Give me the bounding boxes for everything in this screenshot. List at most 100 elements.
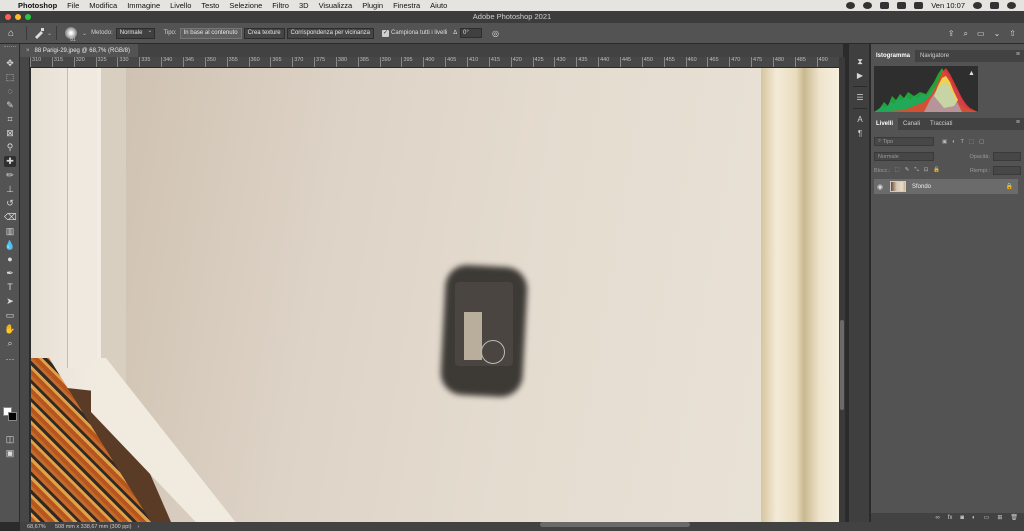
sample-all-layers-checkbox[interactable]: ✓ [382,29,390,37]
color-swatches[interactable] [3,407,17,421]
menu-plugin[interactable]: Plugin [362,1,383,10]
keyboard-icon[interactable] [897,2,907,9]
panel-menu-icon[interactable]: ≡ [1016,119,1020,126]
menu-visualizza[interactable]: Visualizza [319,1,353,10]
new-group-icon[interactable]: ▭ [984,514,990,521]
wifi-icon[interactable] [880,2,890,9]
layer-filter-icons[interactable]: ▣◐T⬚▢ [942,139,989,145]
tab-histogram[interactable]: Istogramma [871,50,916,62]
character-panel-icon[interactable]: A [854,114,866,126]
adjustments-panel-icon[interactable]: ☰ [854,92,866,104]
move-tool-icon[interactable]: ✥ [4,58,16,69]
layer-row-background[interactable]: ◉ Sfondo 🔒 [874,179,1018,194]
vertical-scrollbar-thumb[interactable] [840,320,844,410]
siri-icon[interactable] [1007,2,1016,9]
blur-tool-icon[interactable]: 💧 [4,240,16,251]
tab-channels[interactable]: Canali [898,118,925,130]
sync-icon[interactable] [863,2,873,9]
control-center-icon[interactable] [990,2,999,9]
eyedropper-tool-icon[interactable]: ⚲ [4,142,16,153]
cache-warning-icon[interactable]: ▲ [968,70,975,77]
menu-testo[interactable]: Testo [201,1,219,10]
horizontal-ruler[interactable]: 310 315 320 325 330 335 340 345 350 355 360 365 370 3… [30,57,843,68]
menu-finestra[interactable]: Finestra [393,1,420,10]
edit-toolbar-icon[interactable]: ⋯ [4,354,16,365]
menu-livello[interactable]: Livello [170,1,191,10]
frame-tool-icon[interactable]: ⊠ [4,128,16,139]
panel-menu-icon[interactable]: ≡ [1016,51,1020,58]
panel-grip[interactable] [4,46,16,49]
tipo-content-aware-button[interactable]: In base al contenuto [179,27,242,39]
actions-panel-icon[interactable]: ▶ [854,70,866,82]
metodo-select[interactable]: Normale [115,27,156,39]
background-color-swatch[interactable] [8,412,17,421]
tipo-proximity-match-button[interactable]: Corrispondenza per vicinanza [286,27,375,39]
history-panel-icon[interactable]: ⧗ [854,56,866,68]
history-brush-tool-icon[interactable]: ↺ [4,198,16,209]
menu-modifica[interactable]: Modifica [89,1,117,10]
vertical-ruler[interactable] [20,57,30,522]
adjustment-layer-icon[interactable]: ◐ [972,515,976,521]
quick-selection-tool-icon[interactable]: ✎ [4,100,16,111]
document-tab[interactable]: × 88 Parigi-29.jpeg @ 68,7% (RGB/8) [20,44,138,57]
menu-aiuto[interactable]: Aiuto [430,1,447,10]
record-icon[interactable] [846,2,856,9]
layer-filter-select[interactable]: ⌕ Tipo [874,137,934,146]
quick-mask-icon[interactable]: ◫ [4,434,16,445]
search-icon[interactable] [973,2,982,9]
type-tool-icon[interactable]: T [4,282,16,293]
workspace-icon[interactable]: ▭ [977,29,985,38]
spot-healing-brush-tool-icon[interactable]: ✚ [4,156,16,167]
paragraph-panel-icon[interactable]: ¶ [854,128,866,140]
brush-tool-icon[interactable]: ✏ [4,170,16,181]
link-layers-icon[interactable]: ∞ [935,515,939,521]
zoom-tool-icon[interactable]: ⌕ [4,338,16,349]
horizontal-scrollbar-thumb[interactable] [540,522,690,527]
tab-navigator[interactable]: Navigatore [915,50,954,62]
fill-input[interactable] [993,166,1021,175]
new-layer-icon[interactable]: ⊞ [997,514,1002,521]
dodge-tool-icon[interactable]: ● [4,254,16,265]
menu-selezione[interactable]: Selezione [229,1,262,10]
layer-lock-icon[interactable]: 🔒 [1006,183,1013,190]
tab-layers[interactable]: Livelli [871,118,899,130]
menu-immagine[interactable]: Immagine [127,1,160,10]
home-icon[interactable]: ⌂ [0,28,22,39]
close-tab-icon[interactable]: × [26,48,30,54]
tab-paths[interactable]: Tracciati [925,118,957,130]
menu-filtro[interactable]: Filtro [272,1,289,10]
delete-layer-icon[interactable]: 🗑 [1010,514,1018,521]
share-icon[interactable]: ⇪ [948,29,955,38]
chevron-down-icon[interactable]: ⌄ [994,29,1001,38]
battery-icon[interactable] [914,2,924,9]
layer-name[interactable]: Sfondo [912,184,931,190]
rectangle-tool-icon[interactable]: ▭ [4,310,16,321]
screen-mode-icon[interactable]: ▣ [4,448,16,459]
blend-mode-select[interactable]: Normale [874,152,934,161]
visibility-eye-icon[interactable]: ◉ [874,183,886,191]
brush-picker-chevron-icon[interactable]: ⌄ [82,30,87,37]
tipo-create-texture-button[interactable]: Crea texture [243,27,285,39]
add-mask-icon[interactable]: ◙ [960,515,964,521]
clone-stamp-tool-icon[interactable]: ⊥ [4,184,16,195]
opacity-input[interactable] [993,152,1021,161]
zoom-level[interactable]: 68,67% [27,524,55,530]
status-menu-arrow[interactable]: › [137,524,139,530]
spot-healing-brush-icon[interactable] [33,27,45,39]
tool-preset-chevron-icon[interactable]: ⌄ [47,30,52,37]
marquee-tool-icon[interactable]: ⬚ [4,72,16,83]
clock[interactable]: Ven 10:07 [931,1,965,10]
layer-style-icon[interactable]: fx [948,515,953,521]
share-upload-icon[interactable]: ⇧ [1009,29,1016,38]
lock-icons[interactable]: ⬚✎⤡⊡🔒 [895,167,946,174]
crop-tool-icon[interactable]: ⌗ [4,114,16,125]
angle-input[interactable]: 0° [460,28,483,38]
search-icon[interactable]: ⌕ [964,29,968,39]
hand-tool-icon[interactable]: ✋ [4,324,16,335]
lasso-tool-icon[interactable]: ◌ [4,86,16,97]
path-selection-tool-icon[interactable]: ➤ [4,296,16,307]
menu-photoshop[interactable]: Photoshop [18,1,57,10]
eraser-tool-icon[interactable]: ⌫ [4,212,17,223]
vertical-scroll-track[interactable] [839,57,845,522]
pen-tool-icon[interactable]: ✒ [4,268,16,279]
